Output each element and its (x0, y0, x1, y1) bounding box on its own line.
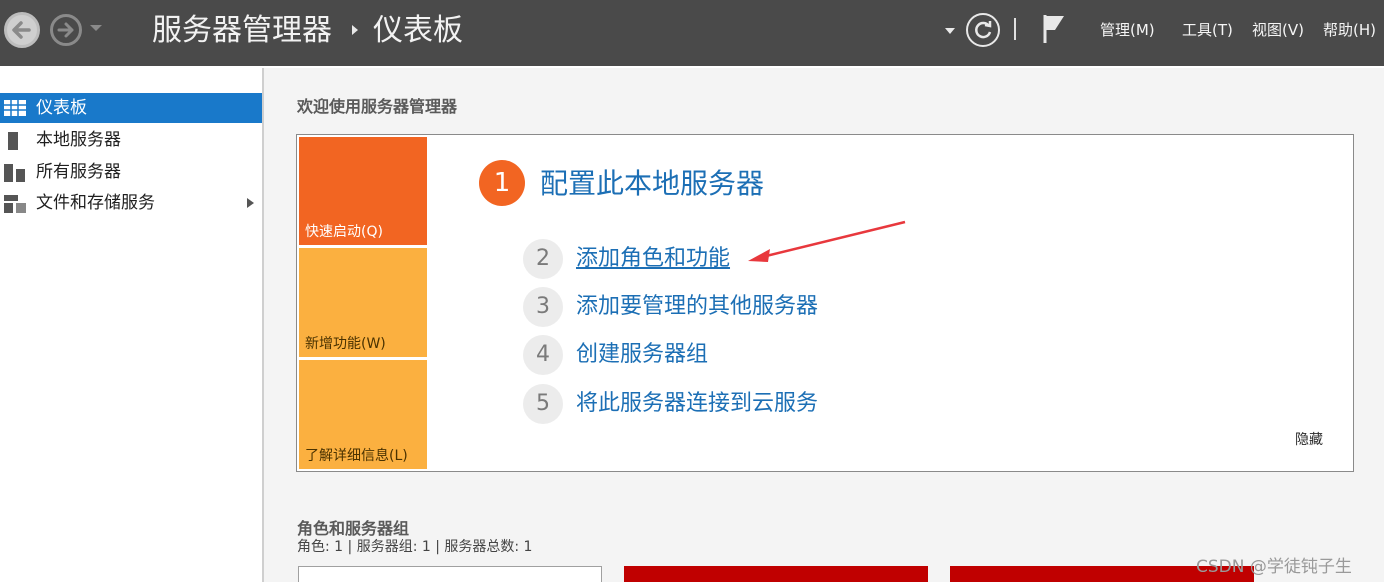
step-add-servers[interactable]: 添加要管理的其他服务器 (576, 292, 818, 322)
forward-arrow-icon (57, 22, 74, 38)
menu-tools[interactable]: 工具(T) (1182, 20, 1233, 40)
tile-quick-start[interactable]: 快速启动(Q) (299, 137, 427, 245)
notifications-flag-icon[interactable] (1042, 13, 1068, 49)
step-create-server-group[interactable]: 创建服务器组 (576, 340, 708, 370)
menu-manage[interactable]: 管理(M) (1100, 20, 1155, 40)
tile-whats-new[interactable]: 新增功能(W) (299, 248, 427, 357)
red-annotation-arrow-icon (748, 220, 906, 262)
tile-label: 新增功能(W) (305, 336, 386, 352)
tile-label: 了解详细信息(L) (305, 448, 408, 464)
watermark: CSDN @学徒钝子生 (1196, 557, 1352, 577)
sidebar: 仪表板 本地服务器 所有服务器 文件和存储服务 (0, 68, 262, 582)
step-number-badge: 1 (479, 160, 525, 206)
breadcrumb-page: 仪表板 (373, 13, 463, 48)
step-number-badge: 5 (523, 384, 563, 424)
breadcrumb-app[interactable]: 服务器管理器 (152, 11, 332, 51)
step-connect-cloud[interactable]: 将此服务器连接到云服务 (576, 389, 818, 419)
refresh-button[interactable] (966, 13, 1000, 47)
sidebar-item-dashboard[interactable]: 仪表板 (0, 93, 262, 123)
expand-arrow-icon[interactable] (247, 198, 254, 208)
sidebar-item-label: 所有服务器 (36, 162, 121, 182)
step-number-badge: 3 (523, 287, 563, 327)
sidebar-item-label: 仪表板 (36, 98, 87, 118)
roles-summary: 角色: 1 | 服务器组: 1 | 服务器总数: 1 (297, 539, 533, 555)
file-storage-icon (4, 195, 26, 213)
sidebar-item-file-storage[interactable]: 文件和存储服务 (0, 188, 262, 218)
hide-link[interactable]: 隐藏 (1295, 429, 1323, 449)
sidebar-item-label: 文件和存储服务 (36, 193, 155, 213)
quick-start-panel: 快速启动(Q) 新增功能(W) 了解详细信息(L) (296, 134, 1354, 472)
role-card[interactable] (298, 566, 602, 582)
menu-view[interactable]: 视图(V) (1252, 20, 1304, 40)
back-button[interactable] (4, 12, 40, 48)
refresh-icon (975, 21, 992, 39)
sidebar-item-label: 本地服务器 (36, 130, 121, 150)
step-number-badge: 4 (523, 335, 563, 375)
tile-learn-more[interactable]: 了解详细信息(L) (299, 360, 427, 469)
history-dropdown-icon[interactable] (90, 25, 102, 31)
sidebar-item-all-servers[interactable]: 所有服务器 (0, 157, 262, 187)
breadcrumb-separator-icon (352, 25, 358, 35)
tile-label: 快速启动(Q) (305, 224, 383, 240)
toolbar-divider (1014, 18, 1016, 40)
role-card-alert[interactable] (624, 566, 928, 582)
forward-button[interactable] (50, 14, 82, 46)
sidebar-item-local-server[interactable]: 本地服务器 (0, 125, 262, 155)
step-number-badge: 2 (523, 239, 563, 279)
welcome-title: 欢迎使用服务器管理器 (297, 97, 458, 116)
servers-icon (4, 164, 25, 182)
back-arrow-icon (12, 21, 31, 39)
step-add-roles-features[interactable]: 添加角色和功能 (576, 244, 730, 274)
server-icon (8, 132, 18, 150)
step-configure-local-server[interactable]: 配置此本地服务器 (540, 164, 764, 204)
dashboard-grid-icon (4, 100, 26, 116)
chevron-down-icon[interactable] (945, 28, 955, 34)
menu-help[interactable]: 帮助(H) (1323, 20, 1376, 40)
title-bar: 服务器管理器 仪表板 管理(M) 工具(T) 视图(V) 帮助(H) (0, 0, 1384, 66)
